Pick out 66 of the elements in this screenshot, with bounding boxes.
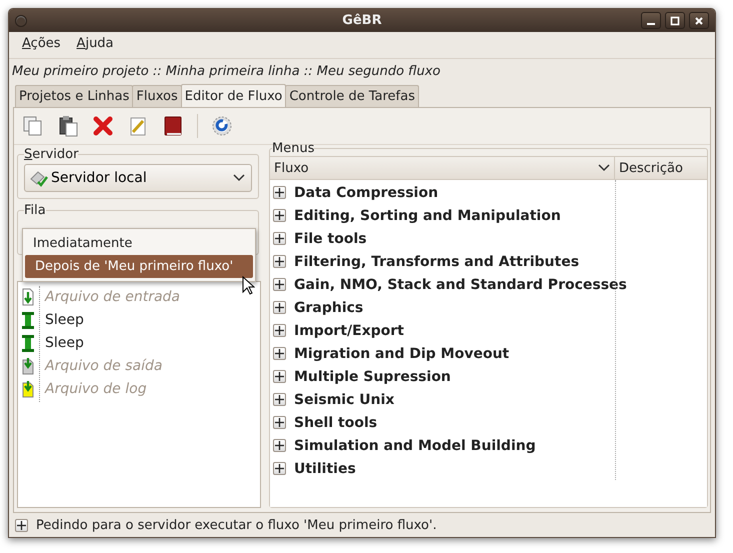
expander[interactable] [273, 232, 286, 245]
expander[interactable] [273, 324, 286, 337]
expander[interactable] [273, 186, 286, 199]
menu-category[interactable]: Seismic Unix [294, 392, 394, 408]
menu-option[interactable]: Imediatamente [23, 232, 255, 255]
expander[interactable] [273, 462, 286, 475]
book-icon[interactable] [162, 115, 184, 137]
menus-label: Menus [272, 141, 314, 156]
expander[interactable] [15, 518, 28, 532]
close-icon [694, 16, 704, 26]
expander[interactable] [273, 416, 286, 429]
expander[interactable] [273, 209, 286, 222]
delete-icon[interactable] [92, 115, 114, 137]
menu-category[interactable]: Multiple Supression [294, 368, 451, 384]
column-header[interactable]: Fluxo [270, 157, 615, 179]
server-dropdown[interactable]: Servidor local [24, 164, 252, 192]
tab[interactable]: Projetos e Linhas [15, 85, 134, 107]
file-output-icon [21, 356, 35, 374]
expander[interactable] [273, 347, 286, 360]
copy-icon[interactable] [22, 115, 44, 137]
menu-category[interactable]: Migration and Dip Moveout [294, 346, 510, 362]
maximize-icon [670, 16, 680, 26]
menu-category[interactable]: Filtering, Transforms and Attributes [294, 254, 580, 270]
flow-item[interactable]: Sleep [45, 334, 84, 350]
menu-category[interactable]: Simulation and Model Building [294, 438, 536, 454]
expander[interactable] [273, 393, 286, 406]
paste-icon[interactable] [57, 115, 79, 137]
menu-category[interactable]: Shell tools [294, 414, 378, 430]
chevron-icon [233, 174, 245, 182]
tab[interactable]: Editor de Fluxo [180, 84, 286, 107]
server-label: Servidor [24, 147, 78, 162]
program-icon [21, 334, 35, 352]
expander[interactable] [273, 370, 286, 383]
expander[interactable] [273, 255, 286, 268]
expander[interactable] [273, 278, 286, 291]
status-text: Pedindo para o servidor executar o fluxo 'Meu primeiro fluxo'. [36, 518, 437, 532]
minimize-button[interactable] [641, 12, 661, 29]
menu-category[interactable]: Utilities [294, 460, 356, 476]
menu-option[interactable]: Depois de 'Meu primeiro fluxo' [25, 255, 253, 278]
menu-item[interactable]: Ações [22, 36, 61, 54]
tab[interactable]: Fluxos [132, 85, 182, 107]
menu-item[interactable]: Ajuda [76, 36, 114, 54]
menu-category[interactable]: File tools [294, 230, 367, 246]
expander[interactable] [273, 301, 286, 314]
close-button[interactable] [689, 12, 709, 29]
flow-item[interactable]: Sleep [45, 312, 84, 328]
window-menu-button[interactable] [15, 14, 27, 26]
tab[interactable]: Controle de Tarefas [285, 85, 419, 107]
file-input-icon [21, 288, 35, 306]
window-title: GêBR [341, 13, 383, 28]
maximize-button[interactable] [665, 12, 685, 29]
minimize-icon [647, 22, 655, 24]
menu-category[interactable]: Editing, Sorting and Manipulation [294, 208, 561, 224]
gear-icon[interactable] [211, 115, 233, 137]
menu-category[interactable]: Data Compression [294, 184, 438, 200]
menu-category[interactable]: Graphics [294, 300, 364, 316]
sort-icon [598, 164, 610, 172]
server-icon [29, 169, 49, 187]
log-file-icon [21, 380, 35, 398]
column-header[interactable]: Descrição [615, 157, 707, 179]
program-icon [21, 310, 35, 328]
queue-label: Fila [24, 203, 46, 218]
menu-category[interactable]: Gain, NMO, Stack and Standard Processes [294, 276, 627, 292]
expander[interactable] [273, 439, 286, 452]
breadcrumb: Meu primeiro projeto :: Minha primeira linha :: Meu segundo fluxo [11, 63, 442, 81]
menu-category[interactable]: Import/Export [294, 322, 404, 338]
